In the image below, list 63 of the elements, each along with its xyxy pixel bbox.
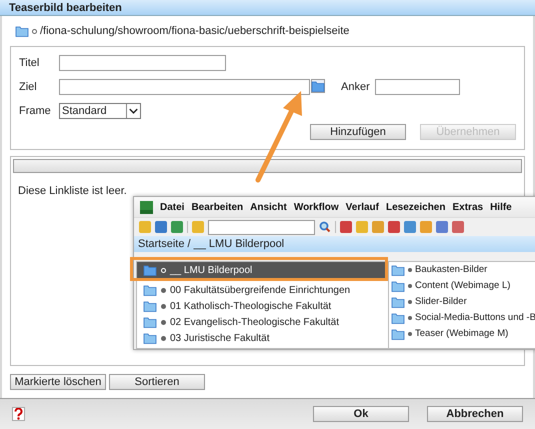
bullet-icon <box>408 332 412 336</box>
text-field[interactable] <box>59 55 226 71</box>
bullet-icon <box>408 300 412 304</box>
tree-item[interactable]: 01 Katholisch-Theologische Fakultät <box>137 298 388 314</box>
folder-item[interactable]: Slider-Bilder <box>389 294 535 310</box>
folder-icon <box>143 284 157 296</box>
bullet-icon <box>161 304 166 308</box>
folder-item[interactable]: Baukasten-Bilder <box>389 262 535 278</box>
button[interactable]: Ok <box>313 406 409 422</box>
button[interactable]: Sortieren <box>109 374 205 390</box>
folder-icon <box>391 328 405 340</box>
breadcrumb-bar: Startseite / __ LMU Bilderpool <box>134 236 535 252</box>
folder-icon <box>143 332 157 344</box>
folder-icon <box>15 26 29 36</box>
text-field[interactable] <box>375 79 460 95</box>
folder-icon <box>391 296 405 308</box>
tree-item[interactable]: __ LMU Bilderpool <box>137 262 388 278</box>
folder-button[interactable] <box>311 79 325 93</box>
bullet-icon <box>161 268 166 272</box>
folder-icon <box>311 80 325 92</box>
path-text: /fiona-schulung/showroom/fiona-basic/ueberschrift-beispielseite <box>40 24 350 39</box>
folder-icon <box>391 280 405 292</box>
folder-icon <box>391 264 405 276</box>
field-label: Frame <box>19 104 52 119</box>
tree-item[interactable]: 03 Juristische Fakultät <box>137 330 388 346</box>
frame-select[interactable]: Standard <box>59 103 141 119</box>
bullet-icon <box>408 284 412 288</box>
field-label: Anker <box>341 80 371 95</box>
bullet-icon <box>161 336 166 340</box>
tree-item[interactable]: 00 Fakultätsübergreifende Einrichtungen <box>137 282 388 298</box>
bullet-icon <box>408 268 412 272</box>
bullet-icon <box>161 320 166 324</box>
menu-item[interactable]: Datei <box>160 200 184 214</box>
menu-item[interactable]: Hilfe <box>490 200 512 214</box>
empty-list-text: Diese Linkliste ist leer. <box>18 184 128 199</box>
search-icon[interactable] <box>319 221 331 233</box>
folder-item[interactable]: Teaser (Webimage M) <box>389 326 535 342</box>
window-title: Teaserbild bearbeiten <box>0 0 535 16</box>
dropdown-arrow-icon <box>126 104 140 118</box>
folder-icon <box>143 300 157 312</box>
bullet-icon <box>408 316 412 320</box>
button[interactable]: Markierte löschen <box>10 374 106 390</box>
menu-item[interactable]: Ansicht <box>250 200 287 214</box>
field-label: Ziel <box>19 80 38 95</box>
folder-item[interactable]: Social-Media-Buttons und -B <box>389 310 535 326</box>
menu-item[interactable]: Bearbeiten <box>191 200 244 214</box>
menu-item[interactable]: Verlauf <box>346 200 379 214</box>
button[interactable]: Hinzufügen <box>310 124 406 140</box>
menu-item[interactable]: Workflow <box>294 200 339 214</box>
button[interactable]: Abbrechen <box>427 406 523 422</box>
bullet-icon <box>161 288 166 292</box>
folder-icon <box>143 316 157 328</box>
folder-icon <box>391 312 405 324</box>
tree-item[interactable]: 02 Evangelisch-Theologische Fakultät <box>137 314 388 330</box>
toolbar-search-field[interactable] <box>208 220 315 234</box>
folder-icon <box>143 264 157 276</box>
help-icon[interactable] <box>12 407 25 421</box>
field-label: Titel <box>19 56 40 71</box>
app-logo <box>140 200 153 214</box>
folder-item[interactable]: Content (Webimage L) <box>389 278 535 294</box>
menu-item[interactable]: Lesezeichen <box>386 200 446 214</box>
menu-item[interactable]: Extras <box>452 200 484 214</box>
text-field[interactable] <box>59 79 310 95</box>
